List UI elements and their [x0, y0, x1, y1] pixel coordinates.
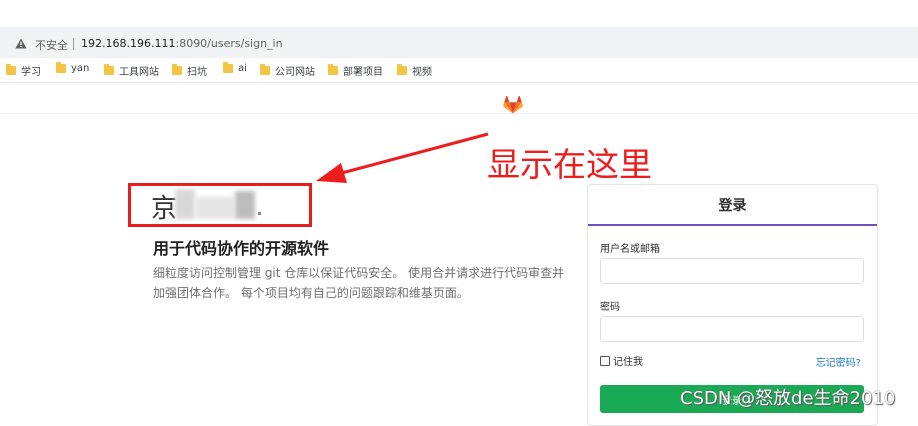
blurred-text [196, 197, 234, 219]
password-label: 密码 [600, 302, 620, 313]
brand-title: 京 [151, 194, 178, 224]
tagline: 用于代码协作的开源软件 [153, 239, 330, 258]
blurred-text [235, 191, 255, 219]
description: 细粒度访问控制管理 git 仓库以保证代码安全。 使用合并请求进行代码审查并加强… [153, 266, 565, 300]
remember-label: 记住我 [613, 357, 643, 368]
blurred-text [175, 189, 195, 219]
blurred-dot [258, 212, 261, 215]
remember-me[interactable]: 记住我 [600, 353, 643, 368]
remember-checkbox[interactable] [600, 355, 610, 366]
password-input[interactable] [600, 316, 864, 342]
csdn-watermark: CSDN @怒放de生命2010 [680, 388, 896, 409]
forgot-password-link[interactable]: 忘记密码? [816, 354, 861, 369]
login-tab[interactable]: 登录 [588, 185, 877, 226]
username-label: 用户名或邮箱 [600, 244, 660, 255]
username-input[interactable] [600, 258, 864, 284]
annotation-text: 显示在这里 [487, 145, 652, 184]
